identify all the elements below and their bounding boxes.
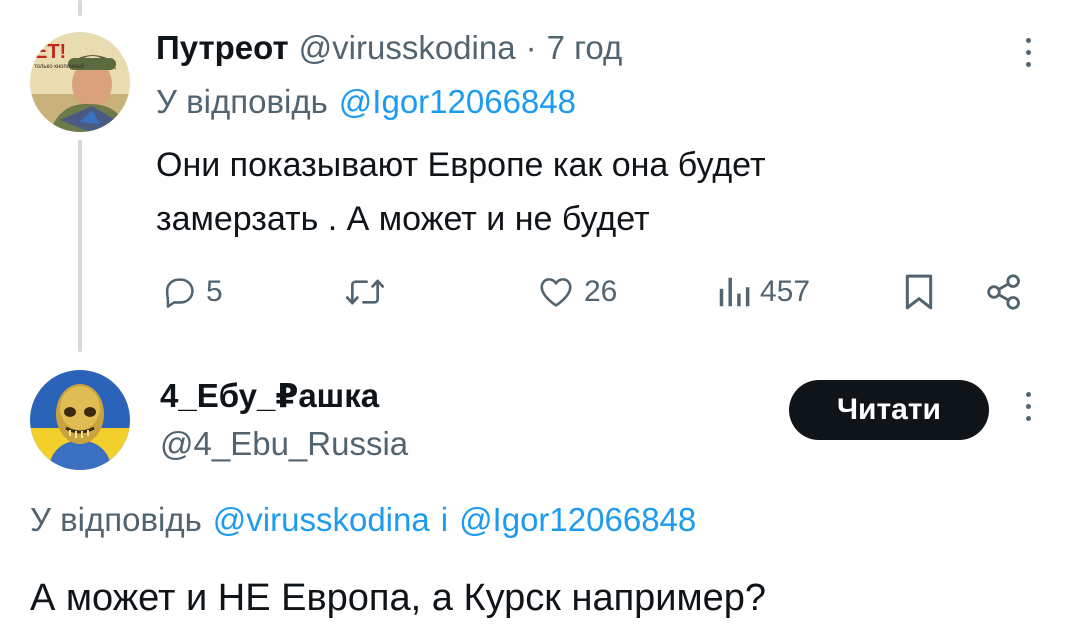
bookmark-icon bbox=[905, 274, 933, 310]
reply-mention[interactable]: @Igor12066848 bbox=[339, 83, 576, 121]
retweet-icon bbox=[345, 279, 385, 305]
tweet-body: А может и НЕ Европа, а Курск например? bbox=[30, 577, 767, 619]
avatar-image bbox=[30, 370, 130, 470]
reply-icon bbox=[165, 278, 194, 308]
share-button[interactable] bbox=[984, 270, 1024, 314]
svg-text:ЕТ!: ЕТ! bbox=[34, 41, 66, 63]
tweet-header: Путреот @virusskodina · 7 год bbox=[156, 26, 622, 70]
views-icon bbox=[719, 277, 750, 307]
reply-prefix: У відповідь bbox=[156, 83, 328, 120]
avatar[interactable] bbox=[30, 370, 130, 470]
reply-prefix: У відповідь bbox=[30, 501, 202, 538]
reply-count: 5 bbox=[206, 275, 223, 308]
like-button[interactable]: 26 bbox=[536, 270, 617, 314]
reply-button[interactable]: 5 bbox=[160, 270, 223, 314]
thread-line-bottom bbox=[78, 140, 82, 352]
avatar-image: ЕТ! только кнопочный bbox=[30, 32, 130, 132]
display-name[interactable]: 4_Ебу_₽ашка bbox=[160, 374, 379, 418]
reply-mention-2[interactable]: @Igor12066848 bbox=[459, 501, 696, 539]
views-button[interactable]: 457 bbox=[716, 270, 810, 314]
avatar[interactable]: ЕТ! только кнопочный bbox=[30, 32, 130, 132]
timestamp[interactable]: 7 год bbox=[547, 29, 623, 67]
thread-line-top bbox=[78, 0, 82, 16]
follow-button[interactable]: Читати bbox=[789, 380, 989, 440]
dot-separator: · bbox=[525, 29, 537, 66]
more-icon[interactable] bbox=[1026, 392, 1031, 421]
svg-text:только кнопочный: только кнопочный bbox=[34, 63, 84, 70]
views-count: 457 bbox=[760, 275, 811, 308]
tweet-body-line1: Они показывают Европе как она будет bbox=[156, 146, 766, 184]
reply-mention-1[interactable]: @virusskodina bbox=[213, 501, 430, 539]
like-count: 26 bbox=[584, 275, 618, 308]
retweet-button[interactable] bbox=[344, 270, 394, 314]
display-name[interactable]: Путреот bbox=[156, 29, 289, 67]
reply-joiner: і bbox=[440, 501, 449, 538]
like-icon bbox=[540, 278, 572, 307]
tweet-body-line2: замерзать . А может и не будет bbox=[156, 200, 650, 238]
reply-to-line: У відповідь @virusskodina і @Igor1206684… bbox=[30, 498, 696, 542]
handle[interactable]: @virusskodina bbox=[299, 29, 516, 67]
bookmark-button[interactable] bbox=[902, 270, 936, 314]
tweet-body: Они показывают Европе как она будет заме… bbox=[156, 138, 766, 246]
handle[interactable]: @4_Ebu_Russia bbox=[160, 422, 408, 466]
reply-to-line: У відповідь @Igor12066848 bbox=[156, 80, 576, 124]
more-icon[interactable] bbox=[1026, 38, 1031, 67]
share-icon bbox=[987, 274, 1020, 310]
